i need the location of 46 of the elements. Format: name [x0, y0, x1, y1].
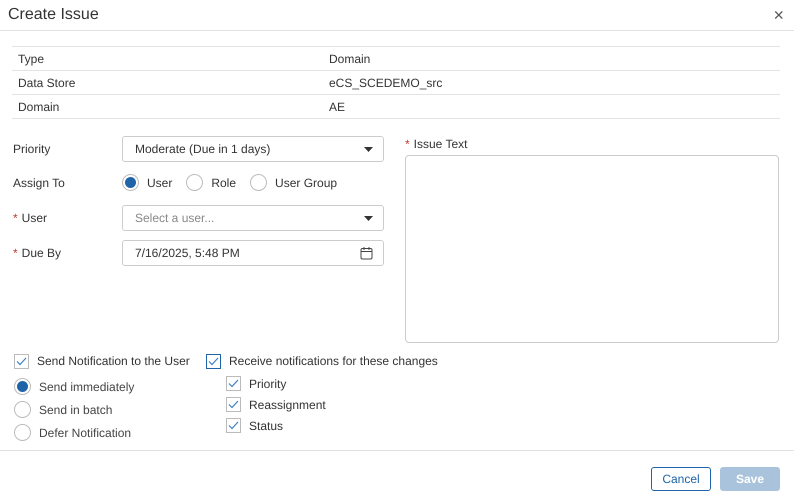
calendar-icon[interactable] [360, 246, 373, 260]
required-mark: * [13, 211, 18, 225]
user-dropdown[interactable]: Select a user... [122, 205, 384, 231]
radio-button[interactable] [186, 174, 204, 191]
field-label: User [22, 211, 48, 225]
field-label: Issue Text [414, 137, 468, 151]
date-field[interactable]: 7/16/2025, 5:48 PM [122, 240, 384, 266]
checkbox-label: Status [249, 418, 284, 432]
table-cell-text: Domain [17, 100, 60, 114]
radio-button[interactable] [14, 378, 31, 395]
radio-label: Send immediately [39, 380, 134, 394]
radio-button[interactable] [14, 424, 31, 441]
radio-label: Send in batch [39, 402, 112, 416]
radio-button[interactable] [250, 174, 268, 191]
close-button[interactable]: × [771, 6, 786, 24]
table-cell: Domain [329, 52, 370, 66]
radio-button[interactable] [122, 174, 139, 191]
radio-label: Defer Notification [39, 426, 132, 440]
checkbox[interactable] [226, 397, 241, 412]
priority-dropdown[interactable]: Moderate (Due in 1 days) [122, 136, 384, 162]
field-label: Due By [22, 246, 62, 260]
radio-label: User [147, 176, 172, 190]
radio-label: User Group [275, 176, 338, 190]
required-mark: * [13, 246, 18, 260]
checkbox[interactable] [206, 354, 221, 368]
checkbox[interactable] [14, 354, 29, 368]
cancel-button[interactable]: Cancel [651, 467, 711, 491]
checkbox-label: Priority [249, 376, 286, 390]
dropdown-caret-icon [364, 216, 373, 220]
window-title: Create Issue [8, 6, 99, 24]
table-cell: eCS_SCEDEMO_src [329, 76, 442, 90]
radio-button[interactable] [14, 401, 31, 418]
table-cell: AE [329, 100, 346, 114]
table-cell-text: Data Store [17, 76, 76, 90]
field-label: Assign To [13, 176, 66, 190]
checkbox-label: Send Notification to the User [37, 354, 190, 368]
checkbox-label: Receive notifications for these changes [229, 354, 438, 368]
required-mark: * [405, 137, 410, 151]
field-label: Priority [13, 142, 52, 156]
checkbox-label: Reassignment [249, 398, 326, 412]
radio-label: Role [211, 176, 236, 190]
issue-text-field[interactable] [405, 155, 779, 343]
checkbox[interactable] [226, 418, 241, 433]
checkbox[interactable] [226, 376, 241, 391]
table-cell-text: Type [17, 52, 46, 66]
dropdown-caret-icon [364, 146, 373, 152]
